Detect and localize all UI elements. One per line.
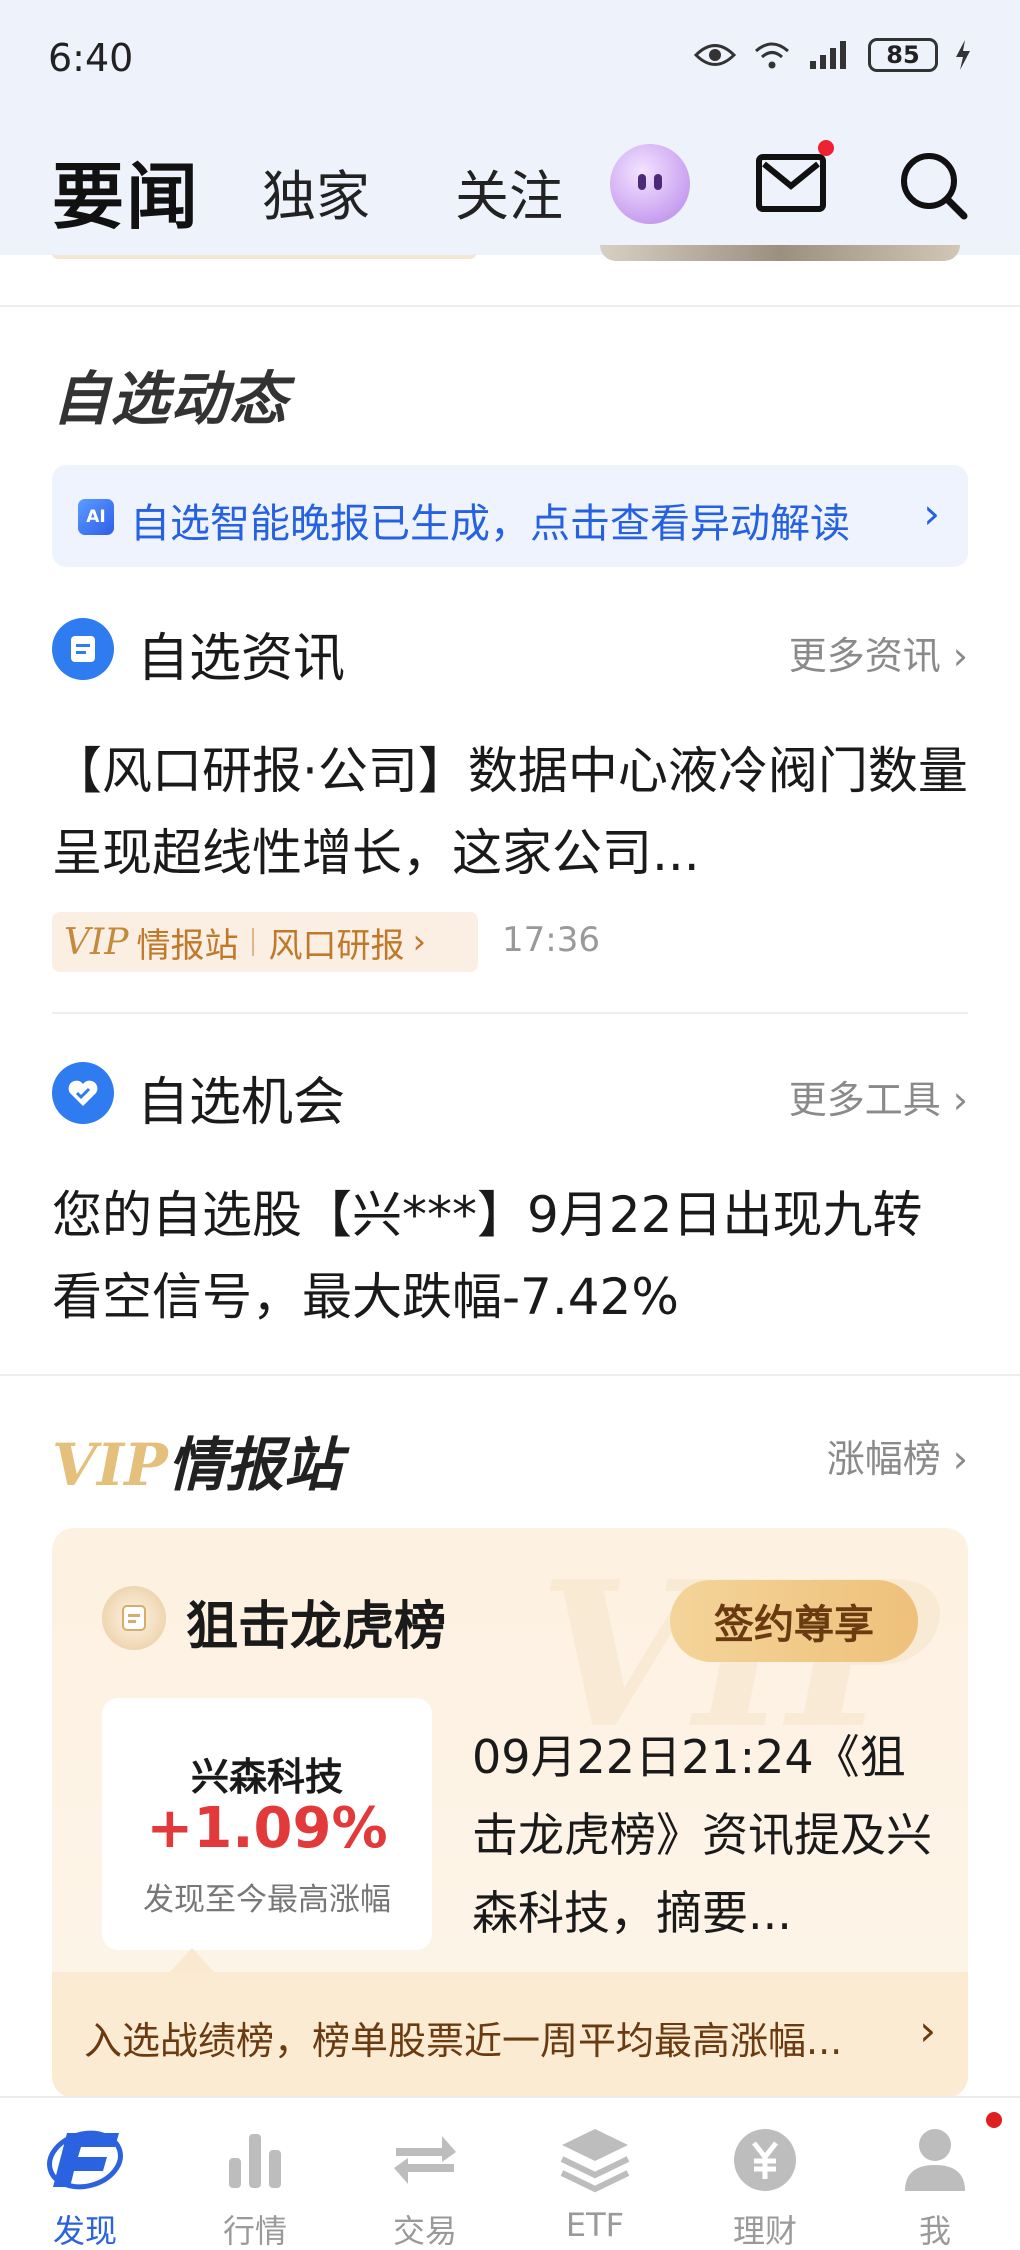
gain-ranking-link[interactable]: 涨幅榜 › (827, 1428, 968, 1483)
stock-change-desc: 发现至今最高涨幅 (143, 1882, 391, 1918)
battery-indicator: 85 (868, 38, 938, 72)
tab-label: 行情 (222, 2212, 287, 2250)
watchlist-news-headline[interactable]: 【风口研报·公司】数据中心液冷阀门数量呈现超线性增长，这家公司... (52, 730, 968, 894)
trade-arrows-icon (385, 2120, 465, 2200)
vip-tag-source: 情报站 (136, 925, 239, 966)
vip-station-logo: VIP情报站 (52, 1418, 342, 1502)
previous-card-left-edge (52, 245, 476, 259)
chevron-right-icon: › (923, 489, 940, 538)
news-doc-icon (52, 618, 114, 680)
tab-label: 我 (918, 2212, 951, 2250)
vip-source-tag[interactable]: VIP 情报站 风口研报 › (52, 912, 478, 972)
wifi-icon (755, 42, 789, 69)
tab-wealth[interactable]: 理财 (680, 2110, 850, 2250)
card-doc-icon (102, 1586, 166, 1650)
opportunity-signal-text[interactable]: 您的自选股【兴***】9月22日出现九转看空信号，最大跌幅-7.42% (52, 1174, 968, 1338)
eye-icon (694, 44, 736, 66)
status-icons: 85 (694, 38, 972, 72)
etf-layers-icon (555, 2120, 635, 2200)
stock-name: 兴森科技 (190, 1755, 343, 1799)
top-nav: 要闻 独家 关注 (0, 130, 1020, 239)
profile-notification-dot (986, 2112, 1002, 2128)
wealth-yuan-icon (725, 2120, 805, 2200)
discover-icon (45, 2120, 125, 2200)
vip-logo-title: 情报站 (167, 1431, 342, 1499)
chevron-right-icon: › (952, 1078, 968, 1122)
ai-banner-text: 自选智能晚报已生成，点击查看异动解读 (130, 501, 850, 547)
chevron-right-icon: › (412, 922, 427, 962)
more-news-link[interactable]: 更多资讯 › (789, 625, 968, 680)
ai-report-banner[interactable]: AI 自选智能晚报已生成，点击查看异动解读 › (52, 465, 968, 567)
chevron-right-icon: › (952, 634, 968, 678)
mail-icon[interactable] (756, 154, 826, 212)
previous-card-image-edge (600, 245, 960, 261)
watchlist-section-title: 自选动态 (52, 365, 289, 433)
status-time: 6:40 (48, 36, 134, 80)
assistant-avatar-icon[interactable] (610, 144, 690, 224)
vip-tag-word: VIP (64, 921, 129, 963)
mail-unread-dot (818, 140, 834, 156)
tab-profile[interactable]: 我 (850, 2110, 1020, 2250)
tab-exclusive[interactable]: 独家 (262, 152, 370, 231)
watchlist-opportunity-label: 自选机会 (137, 1073, 346, 1133)
chevron-right-icon: › (919, 2006, 936, 2055)
more-tools-label: 更多工具 (788, 1078, 941, 1122)
tab-label: 发现 (52, 2212, 117, 2250)
watchlist-news-label: 自选资讯 (137, 629, 346, 689)
search-icon[interactable] (898, 150, 968, 220)
previous-card-edge (0, 245, 1020, 305)
tab-label: 交易 (392, 2212, 457, 2250)
stock-change: +1.09% (146, 1796, 388, 1861)
card-footer-link[interactable]: 入选战绩榜，榜单股票近一周平均最高涨幅... › (52, 1972, 968, 2098)
signal-icon (810, 41, 846, 69)
bottom-tab-bar: 发现 行情 交易 ETF 理财 我 (0, 2096, 1020, 2250)
news-time: 17:36 (502, 920, 600, 960)
tab-headlines[interactable]: 要闻 (52, 138, 200, 243)
ai-badge-icon: AI (78, 499, 114, 535)
chevron-right-icon: › (952, 1437, 968, 1481)
stock-highlight-box[interactable]: 兴森科技 +1.09% 发现至今最高涨幅 (102, 1698, 432, 1950)
profile-icon (895, 2120, 975, 2200)
section-divider (0, 305, 1020, 307)
tab-discover[interactable]: 发现 (0, 2110, 170, 2250)
tab-etf[interactable]: ETF (510, 2110, 680, 2250)
row-divider (52, 1012, 968, 1014)
gain-ranking-label: 涨幅榜 (826, 1437, 941, 1481)
section-divider (0, 1374, 1020, 1376)
tab-following[interactable]: 关注 (455, 152, 563, 231)
vip-tag-column: 风口研报 (268, 925, 405, 966)
app-header: 6:40 85 要闻 独家 关注 (0, 0, 1020, 255)
card-news-summary[interactable]: 09月22日21:24《狙击龙虎榜》资讯提及兴森科技，摘要... (472, 1718, 942, 1952)
opportunity-heart-icon (52, 1062, 114, 1124)
tag-separator (252, 928, 255, 956)
tab-label: ETF (565, 2206, 625, 2244)
status-bar: 6:40 85 (0, 0, 1020, 120)
charging-bolt-icon (956, 40, 970, 70)
tab-market[interactable]: 行情 (170, 2110, 340, 2250)
market-chart-icon (215, 2120, 295, 2200)
card-title: 狙击龙虎榜 (186, 1597, 447, 1657)
tab-trade[interactable]: 交易 (340, 2110, 510, 2250)
pointer-arrow (170, 1948, 214, 1972)
card-footer-text: 入选战绩榜，榜单股票近一周平均最高涨幅... (84, 2019, 843, 2063)
more-news-label: 更多资讯 (788, 634, 941, 678)
vip-sniper-card[interactable]: VIP 狙击龙虎榜 签约尊享 兴森科技 +1.09% 发现至今最高涨幅 09月2… (52, 1528, 968, 2098)
vip-logo-word: VIP (52, 1431, 168, 1499)
more-tools-link[interactable]: 更多工具 › (789, 1069, 968, 1124)
tab-label: 理财 (732, 2212, 797, 2250)
subscribe-button[interactable]: 签约尊享 (670, 1580, 918, 1662)
